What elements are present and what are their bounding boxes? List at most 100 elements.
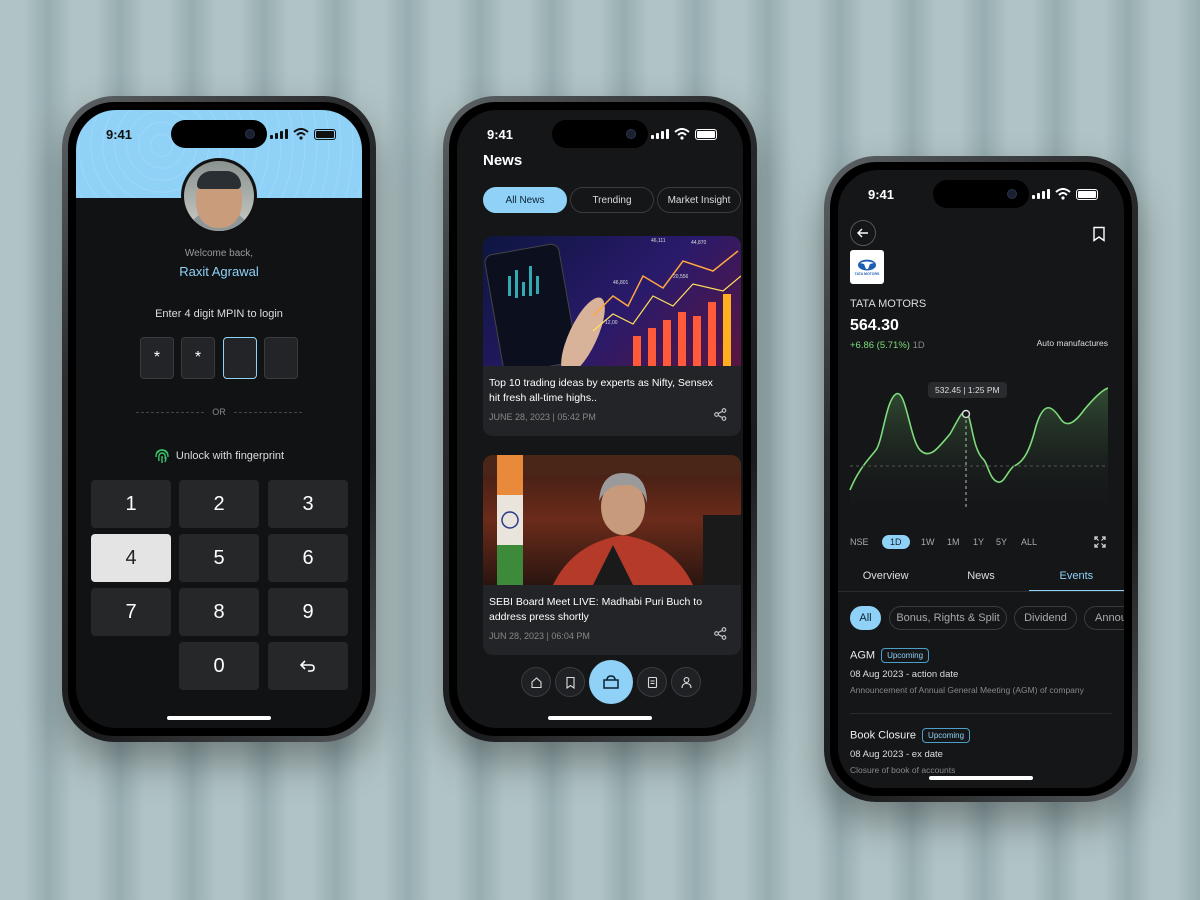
range-1y[interactable]: 1Y <box>973 537 984 547</box>
phone-bezel: 9:41 News All News Trending Market Insig… <box>449 102 751 736</box>
filter-bonus-rights-split[interactable]: Bonus, Rights & Split <box>889 606 1007 630</box>
key-8[interactable]: 8 <box>179 588 259 636</box>
key-6[interactable]: 6 <box>268 534 348 582</box>
key-2[interactable]: 2 <box>179 480 259 528</box>
tab-trending[interactable]: Trending <box>570 187 654 213</box>
stock-screen: 9:41 TATA MOTORS TATA MOTORS 564.30 +6.8… <box>838 170 1124 788</box>
status-time: 9:41 <box>106 126 133 142</box>
user-name: Raxit Agrawal <box>179 264 259 279</box>
dynamic-island <box>171 120 267 148</box>
nav-portfolio[interactable] <box>589 660 633 704</box>
range-1m[interactable]: 1M <box>947 537 960 547</box>
event-date: 08 Aug 2023 - ex date <box>850 749 943 760</box>
event-title: Book Closure <box>850 729 917 742</box>
status-time: 9:41 <box>487 126 514 142</box>
welcome-text: Welcome back, <box>184 248 254 259</box>
arrow-left-icon <box>857 228 868 238</box>
status-time: 9:41 <box>868 186 895 202</box>
page-title: News <box>483 152 523 169</box>
pin-digit-3[interactable] <box>223 337 257 379</box>
stock-change-period: 1D <box>912 340 925 351</box>
back-button[interactable] <box>850 220 876 246</box>
crosshair-point <box>961 409 971 419</box>
or-label: OR <box>212 407 226 417</box>
filter-all[interactable]: All <box>850 606 881 630</box>
chart-label: 20,556 <box>673 274 689 280</box>
fingerprint-label: Unlock with fingerprint <box>175 450 285 462</box>
tab-overview[interactable]: Overview <box>838 566 933 591</box>
phone-bezel: 9:41 TATA MOTORS TATA MOTORS 564.30 +6.8… <box>830 162 1132 796</box>
key-4[interactable]: 4 <box>91 534 171 582</box>
filter-dividend[interactable]: Dividend <box>1014 606 1077 630</box>
wifi-icon <box>674 128 690 140</box>
chart-tooltip: 532.45 | 1:25 PM <box>928 382 1007 398</box>
dynamic-island <box>933 180 1029 208</box>
nav-home[interactable] <box>521 667 551 697</box>
document-icon <box>647 676 657 688</box>
fingerprint-unlock[interactable]: Unlock with fingerprint <box>76 447 362 465</box>
exchange-label: NSE <box>850 537 869 547</box>
nav-document[interactable] <box>637 667 667 697</box>
share-icon[interactable] <box>714 408 727 421</box>
pin-digit-2[interactable]: * <box>181 337 215 379</box>
tab-all-news[interactable]: All News <box>483 187 567 213</box>
tab-events[interactable]: Events <box>1028 566 1124 591</box>
status-badge: Upcoming <box>881 648 930 663</box>
key-9[interactable]: 9 <box>268 588 348 636</box>
tab-market-insight[interactable]: Market Insight <box>657 187 741 213</box>
company-logo: TATA MOTORS <box>850 250 884 284</box>
profile-icon <box>680 676 692 688</box>
article-image-trading: 46,111 44,870 46,801 20,556 12,00 <box>483 236 741 366</box>
home-icon <box>530 676 542 688</box>
news-card[interactable]: 46,111 44,870 46,801 20,556 12,00 Top 10… <box>483 236 741 436</box>
chart-label: 46,801 <box>613 280 629 286</box>
chart-label: 12,00 <box>605 320 618 326</box>
key-0[interactable]: 0 <box>179 642 259 690</box>
news-screen: 9:41 News All News Trending Market Insig… <box>457 110 743 728</box>
range-1w[interactable]: 1W <box>921 537 935 547</box>
event-description: Announcement of Annual General Meeting (… <box>850 685 1084 695</box>
signal-icon <box>651 129 669 139</box>
tata-logo-icon <box>858 259 876 270</box>
phone-news: 9:41 News All News Trending Market Insig… <box>443 96 757 742</box>
key-1[interactable]: 1 <box>91 480 171 528</box>
detail-tabs: Overview News Events <box>838 566 1124 592</box>
bookmark-icon[interactable] <box>1092 226 1106 242</box>
key-5[interactable]: 5 <box>179 534 259 582</box>
article-headline[interactable]: SEBI Board Meet LIVE: Madhabi Puri Buch … <box>489 595 721 625</box>
phone-stock: 9:41 TATA MOTORS TATA MOTORS 564.30 +6.8… <box>824 156 1138 802</box>
signal-icon <box>1032 189 1050 199</box>
mpin-prompt: Enter 4 digit MPIN to login <box>155 308 283 320</box>
phone-login: 9:41 Welcome back, Raxit Agrawal Enter 4… <box>62 96 376 742</box>
share-icon[interactable] <box>714 627 727 640</box>
tab-news[interactable]: News <box>933 566 1028 591</box>
article-date: JUNE 28, 2023 | 05:42 PM <box>489 412 596 422</box>
event-item[interactable]: AGM Upcoming 08 Aug 2023 - action date An… <box>850 648 1112 714</box>
stock-price: 564.30 <box>850 317 899 334</box>
key-7[interactable]: 7 <box>91 588 171 636</box>
nav-bookmark[interactable] <box>555 667 585 697</box>
filter-announcements[interactable]: Annou <box>1084 606 1124 630</box>
undo-icon <box>300 660 315 672</box>
range-all[interactable]: ALL <box>1021 537 1037 547</box>
wifi-icon <box>293 128 309 140</box>
range-5y[interactable]: 5Y <box>996 537 1007 547</box>
bookmark-icon <box>565 676 575 689</box>
news-card[interactable]: SEBI Board Meet LIVE: Madhabi Puri Buch … <box>483 455 741 655</box>
status-icons <box>651 128 717 140</box>
range-1d[interactable]: 1D <box>882 535 910 549</box>
article-headline[interactable]: Top 10 trading ideas by experts as Nifty… <box>489 376 721 406</box>
pin-digit-1[interactable]: * <box>140 337 174 379</box>
backspace-key[interactable] <box>268 642 348 690</box>
company-logo-text: TATA MOTORS <box>854 271 880 276</box>
pin-digit-4[interactable] <box>264 337 298 379</box>
or-divider: OR <box>136 406 302 418</box>
expand-icon[interactable] <box>1094 536 1106 548</box>
phone-bezel: 9:41 Welcome back, Raxit Agrawal Enter 4… <box>68 102 370 736</box>
nav-profile[interactable] <box>671 667 701 697</box>
article-date: JUN 28, 2023 | 06:04 PM <box>489 631 590 641</box>
stock-name: TATA MOTORS <box>850 298 927 310</box>
signal-icon <box>270 129 288 139</box>
portfolio-icon <box>603 675 619 689</box>
key-3[interactable]: 3 <box>268 480 348 528</box>
